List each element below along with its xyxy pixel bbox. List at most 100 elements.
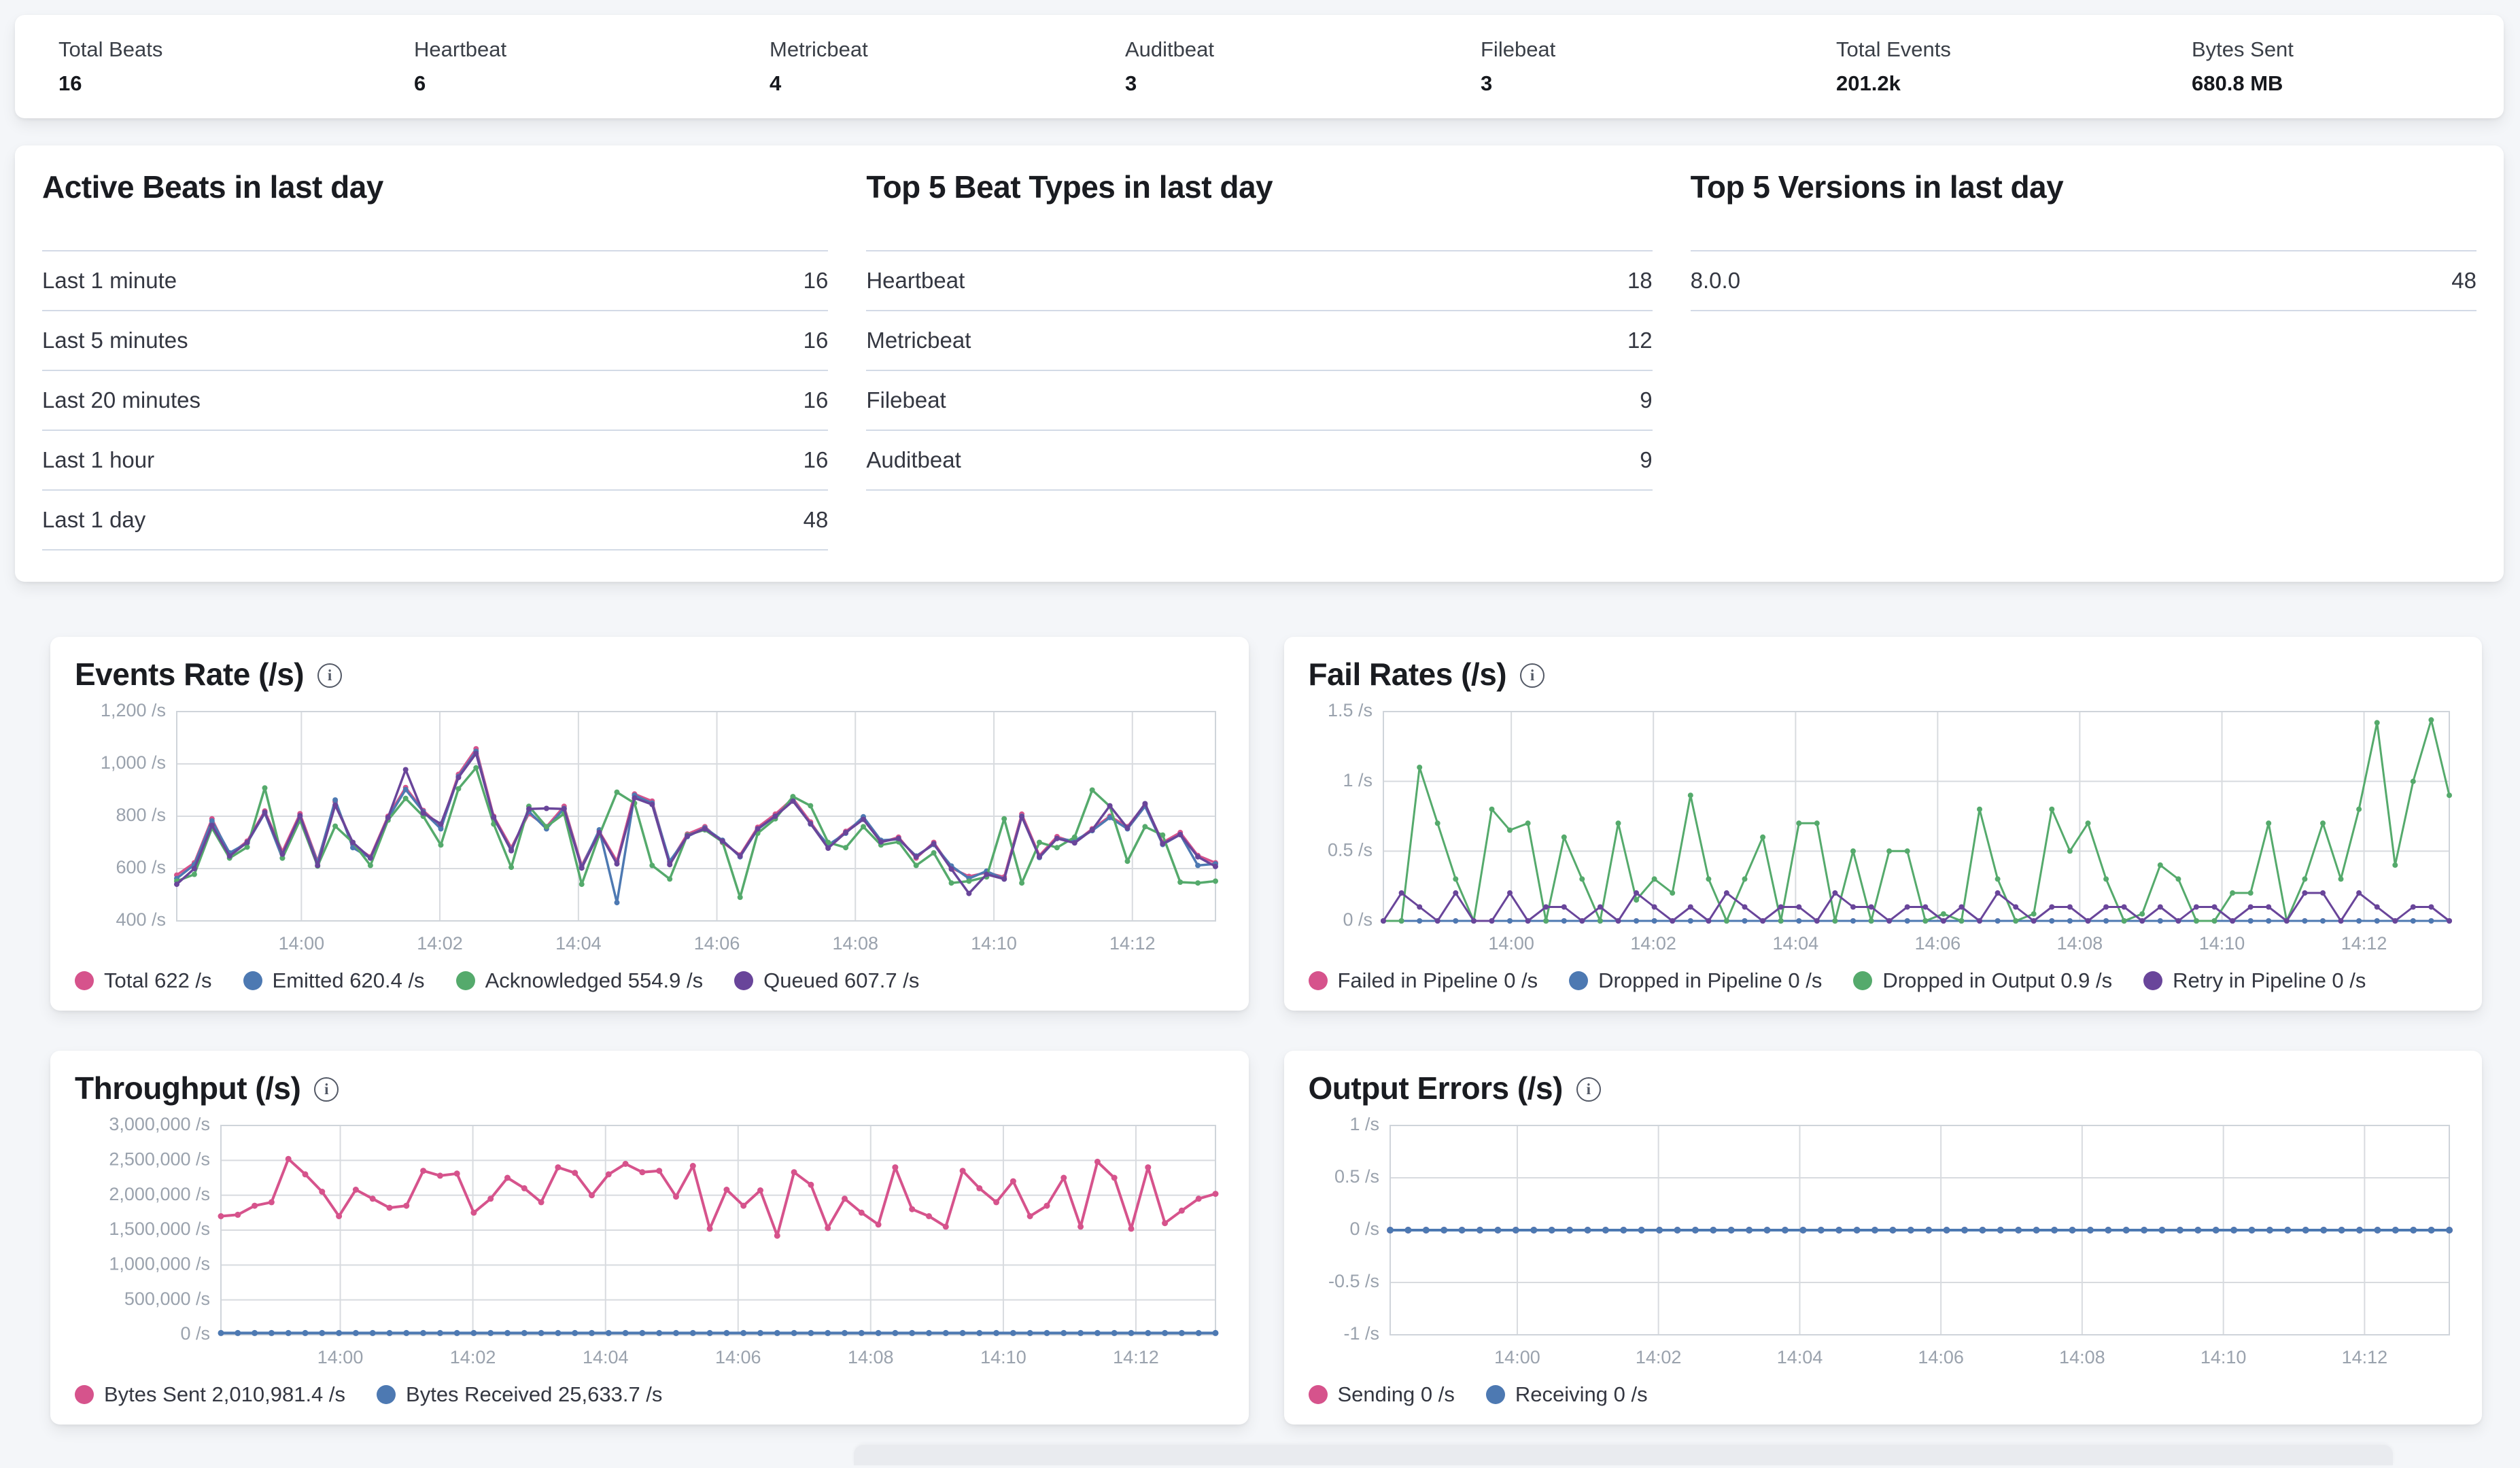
throughput-chart-panel: Throughput (/s) i 14:0014:0214:0414:0614…: [50, 1051, 1249, 1425]
svg-text:3,000,000 /s: 3,000,000 /s: [109, 1117, 210, 1134]
overview-panel: Active Beats in last day Last 1 minute 1…: [15, 145, 2504, 582]
svg-text:1,000 /s: 1,000 /s: [101, 752, 166, 773]
partial-panel-below: [854, 1445, 2393, 1465]
svg-text:0.5 /s: 0.5 /s: [1327, 839, 1372, 860]
stat-total-beats: Total Beats 16: [15, 37, 370, 96]
table-row: Last 20 minutes 16: [42, 370, 828, 430]
series-dot-icon: [243, 971, 262, 990]
stat-auditbeat: Auditbeat 3: [1082, 37, 1437, 96]
stat-label: Heartbeat: [414, 37, 726, 62]
series-dot-icon: [456, 971, 475, 990]
legend-item[interactable]: Dropped in Output 0.9 /s: [1853, 968, 2112, 993]
table-row: Metricbeat 12: [866, 310, 1652, 370]
svg-text:14:02: 14:02: [1635, 1347, 1681, 1367]
svg-text:1 /s: 1 /s: [1349, 1117, 1379, 1134]
stat-value: 16: [58, 71, 370, 96]
legend-item[interactable]: Acknowledged 554.9 /s: [456, 968, 704, 993]
series-dot-icon: [2143, 971, 2162, 990]
svg-text:14:12: 14:12: [2341, 933, 2387, 954]
legend-item[interactable]: Bytes Sent 2,010,981.4 /s: [75, 1382, 345, 1407]
svg-text:14:10: 14:10: [971, 933, 1017, 954]
svg-text:1,200 /s: 1,200 /s: [101, 703, 166, 720]
legend-item[interactable]: Failed in Pipeline 0 /s: [1309, 968, 1538, 993]
legend-item[interactable]: Queued 607.7 /s: [734, 968, 919, 993]
legend-item[interactable]: Dropped in Pipeline 0 /s: [1569, 968, 1822, 993]
events-rate-chart[interactable]: 14:0014:0214:0414:0614:0814:1014:12400 /…: [75, 703, 1228, 962]
svg-text:1.5 /s: 1.5 /s: [1327, 703, 1372, 720]
legend-item[interactable]: Retry in Pipeline 0 /s: [2143, 968, 2366, 993]
svg-text:14:06: 14:06: [694, 933, 740, 954]
svg-text:14:10: 14:10: [980, 1347, 1026, 1367]
svg-text:14:06: 14:06: [1914, 933, 1961, 954]
series-dot-icon: [75, 971, 94, 990]
svg-text:14:04: 14:04: [1772, 933, 1818, 954]
svg-text:14:02: 14:02: [450, 1347, 496, 1367]
throughput-chart[interactable]: 14:0014:0214:0414:0614:0814:1014:120 /s5…: [75, 1117, 1228, 1376]
versions-table: 8.0.0 48: [1691, 250, 2476, 311]
row-label: Heartbeat: [866, 268, 965, 294]
row-label: 8.0.0: [1691, 268, 1740, 294]
svg-text:2,000,000 /s: 2,000,000 /s: [109, 1184, 210, 1204]
output-errors-chart-panel: Output Errors (/s) i 14:0014:0214:0414:0…: [1284, 1051, 2483, 1425]
row-label: Metricbeat: [866, 328, 971, 353]
summary-stats-bar: Total Beats 16 Heartbeat 6 Metricbeat 4 …: [15, 15, 2504, 118]
stat-value: 680.8 MB: [2192, 71, 2504, 96]
legend-item[interactable]: Total 622 /s: [75, 968, 212, 993]
row-label: Last 1 minute: [42, 268, 177, 294]
legend-item[interactable]: Sending 0 /s: [1309, 1382, 1455, 1407]
table-row: 8.0.0 48: [1691, 250, 2476, 310]
series-dot-icon: [75, 1385, 94, 1404]
row-label: Last 1 day: [42, 507, 145, 533]
chart-legend: Failed in Pipeline 0 /s Dropped in Pipel…: [1309, 968, 2462, 993]
stat-label: Total Events: [1836, 37, 2148, 62]
chart-title: Fail Rates (/s): [1309, 657, 1507, 691]
chart-title: Output Errors (/s): [1309, 1071, 1563, 1105]
svg-text:14:00: 14:00: [317, 1347, 364, 1367]
row-value: 16: [804, 387, 829, 413]
table-row: Filebeat 9: [866, 370, 1652, 430]
legend-item[interactable]: Emitted 620.4 /s: [243, 968, 425, 993]
active-beats-table: Last 1 minute 16 Last 5 minutes 16 Last …: [42, 250, 828, 550]
stat-label: Filebeat: [1481, 37, 1793, 62]
info-icon[interactable]: i: [1520, 663, 1544, 688]
beat-types-section: Top 5 Beat Types in last day Heartbeat 1…: [866, 169, 1652, 550]
stat-label: Metricbeat: [770, 37, 1082, 62]
versions-title: Top 5 Versions in last day: [1691, 169, 2476, 205]
svg-text:400 /s: 400 /s: [116, 909, 166, 930]
stat-label: Bytes Sent: [2192, 37, 2504, 62]
svg-text:1,500,000 /s: 1,500,000 /s: [109, 1219, 210, 1239]
info-icon[interactable]: i: [314, 1077, 339, 1102]
svg-text:14:10: 14:10: [2198, 933, 2245, 954]
stat-value: 4: [770, 71, 1082, 96]
series-dot-icon: [1309, 1385, 1328, 1404]
svg-text:-1 /s: -1 /s: [1343, 1323, 1379, 1344]
row-label: Auditbeat: [866, 447, 961, 473]
svg-text:0 /s: 0 /s: [180, 1323, 210, 1344]
row-value: 16: [804, 447, 829, 473]
info-icon[interactable]: i: [317, 663, 342, 688]
svg-text:14:08: 14:08: [832, 933, 878, 954]
svg-text:1 /s: 1 /s: [1343, 770, 1373, 790]
svg-text:600 /s: 600 /s: [116, 857, 166, 877]
svg-text:14:00: 14:00: [1494, 1347, 1540, 1367]
info-icon[interactable]: i: [1576, 1077, 1601, 1102]
fail-rates-chart[interactable]: 14:0014:0214:0414:0614:0814:1014:120 /s0…: [1309, 703, 2462, 962]
row-value: 48: [2451, 268, 2476, 294]
stat-total-events: Total Events 201.2k: [1793, 37, 2148, 96]
stat-value: 3: [1481, 71, 1793, 96]
legend-item[interactable]: Receiving 0 /s: [1486, 1382, 1648, 1407]
row-label: Filebeat: [866, 387, 946, 413]
output-errors-chart[interactable]: 14:0014:0214:0414:0614:0814:1014:12-1 /s…: [1309, 1117, 2462, 1376]
events-rate-chart-panel: Events Rate (/s) i 14:0014:0214:0414:061…: [50, 637, 1249, 1011]
svg-text:1,000,000 /s: 1,000,000 /s: [109, 1253, 210, 1274]
legend-item[interactable]: Bytes Received 25,633.7 /s: [377, 1382, 662, 1407]
series-dot-icon: [1309, 971, 1328, 990]
stat-metricbeat: Metricbeat 4: [726, 37, 1082, 96]
table-row: Heartbeat 18: [866, 250, 1652, 310]
svg-text:14:12: 14:12: [1109, 933, 1156, 954]
stat-heartbeat: Heartbeat 6: [370, 37, 726, 96]
active-beats-section: Active Beats in last day Last 1 minute 1…: [42, 169, 828, 550]
stat-filebeat: Filebeat 3: [1437, 37, 1793, 96]
svg-text:0 /s: 0 /s: [1349, 1219, 1379, 1239]
chart-title: Throughput (/s): [75, 1071, 300, 1105]
